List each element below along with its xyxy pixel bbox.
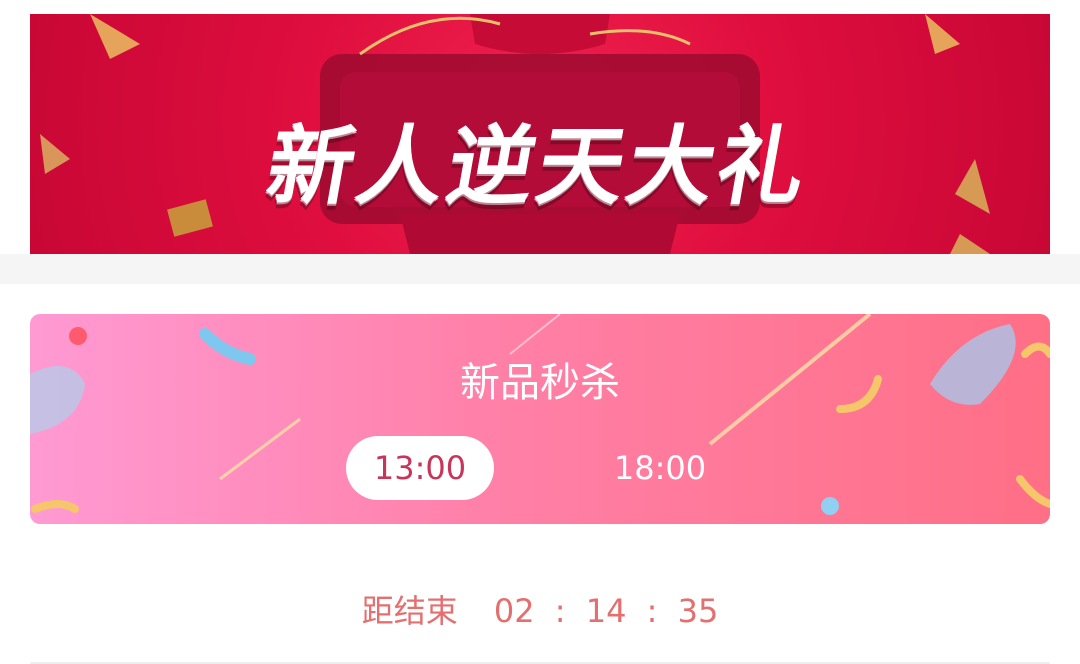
countdown-label: 距结束 — [361, 592, 458, 630]
countdown-seconds: 35 — [677, 592, 719, 630]
time-tab-1800[interactable]: 18:00 — [586, 436, 734, 500]
flash-sale-title: 新品秒杀 — [460, 360, 620, 406]
time-tab-1300[interactable]: 13:00 — [346, 436, 494, 500]
section-divider — [0, 254, 1080, 284]
promo-title: 新人逆天大礼 — [259, 117, 818, 217]
countdown-separator: : — [646, 592, 658, 630]
flash-sale-card: 新品秒杀 13:00 18:00 — [30, 314, 1050, 524]
countdown-timer: 距结束 02 : 14 : 35 — [0, 586, 1080, 634]
countdown-minutes: 14 — [585, 592, 627, 630]
flash-sale-decoration — [30, 314, 1050, 515]
promo-banner[interactable]: 新人逆天大礼 — [30, 14, 1050, 254]
countdown-hours: 02 — [493, 592, 535, 630]
countdown-separator: : — [554, 592, 566, 630]
